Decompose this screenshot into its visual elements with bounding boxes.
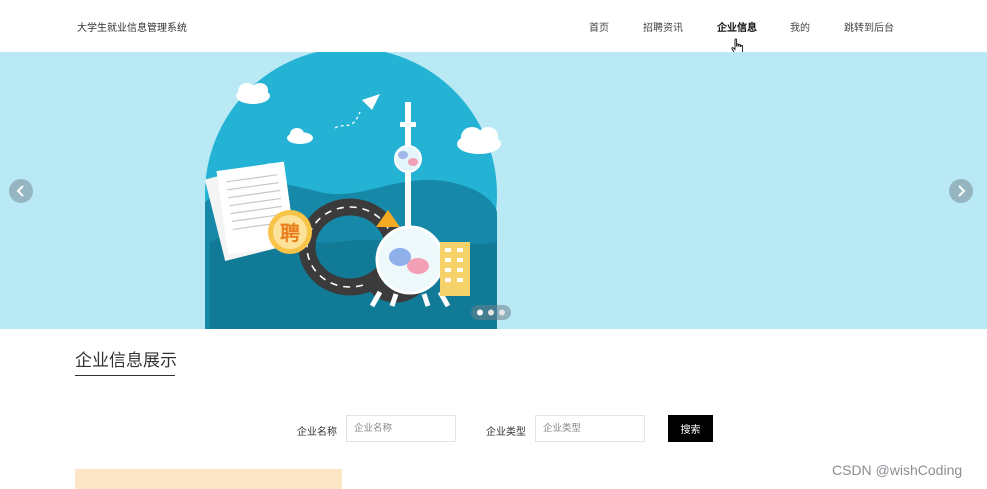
company-type-input[interactable] bbox=[535, 415, 645, 442]
recruitment-banner-illustration: 聘 bbox=[204, 52, 511, 329]
carousel-prev-button[interactable] bbox=[9, 179, 33, 203]
company-type-label: 企业类型 bbox=[486, 427, 526, 438]
company-card[interactable] bbox=[75, 469, 342, 489]
main-nav: 首页 招聘资讯 企业信息 我的 跳转到后台 bbox=[0, 19, 987, 34]
chevron-right-icon bbox=[958, 185, 966, 197]
hero-banner: 聘 bbox=[0, 52, 987, 329]
nav-go-to-admin[interactable]: 跳转到后台 bbox=[844, 19, 894, 34]
search-button[interactable]: 搜索 bbox=[668, 415, 713, 442]
chevron-left-icon bbox=[16, 185, 24, 197]
company-name-input[interactable] bbox=[346, 415, 456, 442]
carousel-next-button[interactable] bbox=[949, 179, 973, 203]
section-title: 企业信息展示 bbox=[75, 351, 177, 371]
nav-home[interactable]: 首页 bbox=[589, 19, 609, 34]
section-title-underline bbox=[75, 375, 175, 376]
top-navbar: 大学生就业信息管理系统 首页 招聘资讯 企业信息 我的 跳转到后台 bbox=[0, 0, 987, 55]
nav-mine[interactable]: 我的 bbox=[790, 19, 810, 34]
nav-recruitment-news[interactable]: 招聘资讯 bbox=[643, 19, 683, 34]
company-name-label: 企业名称 bbox=[297, 427, 337, 438]
watermark: CSDN @wishCoding bbox=[832, 462, 963, 478]
nav-company-info[interactable]: 企业信息 bbox=[717, 19, 757, 34]
badge-character: 聘 bbox=[280, 221, 300, 245]
